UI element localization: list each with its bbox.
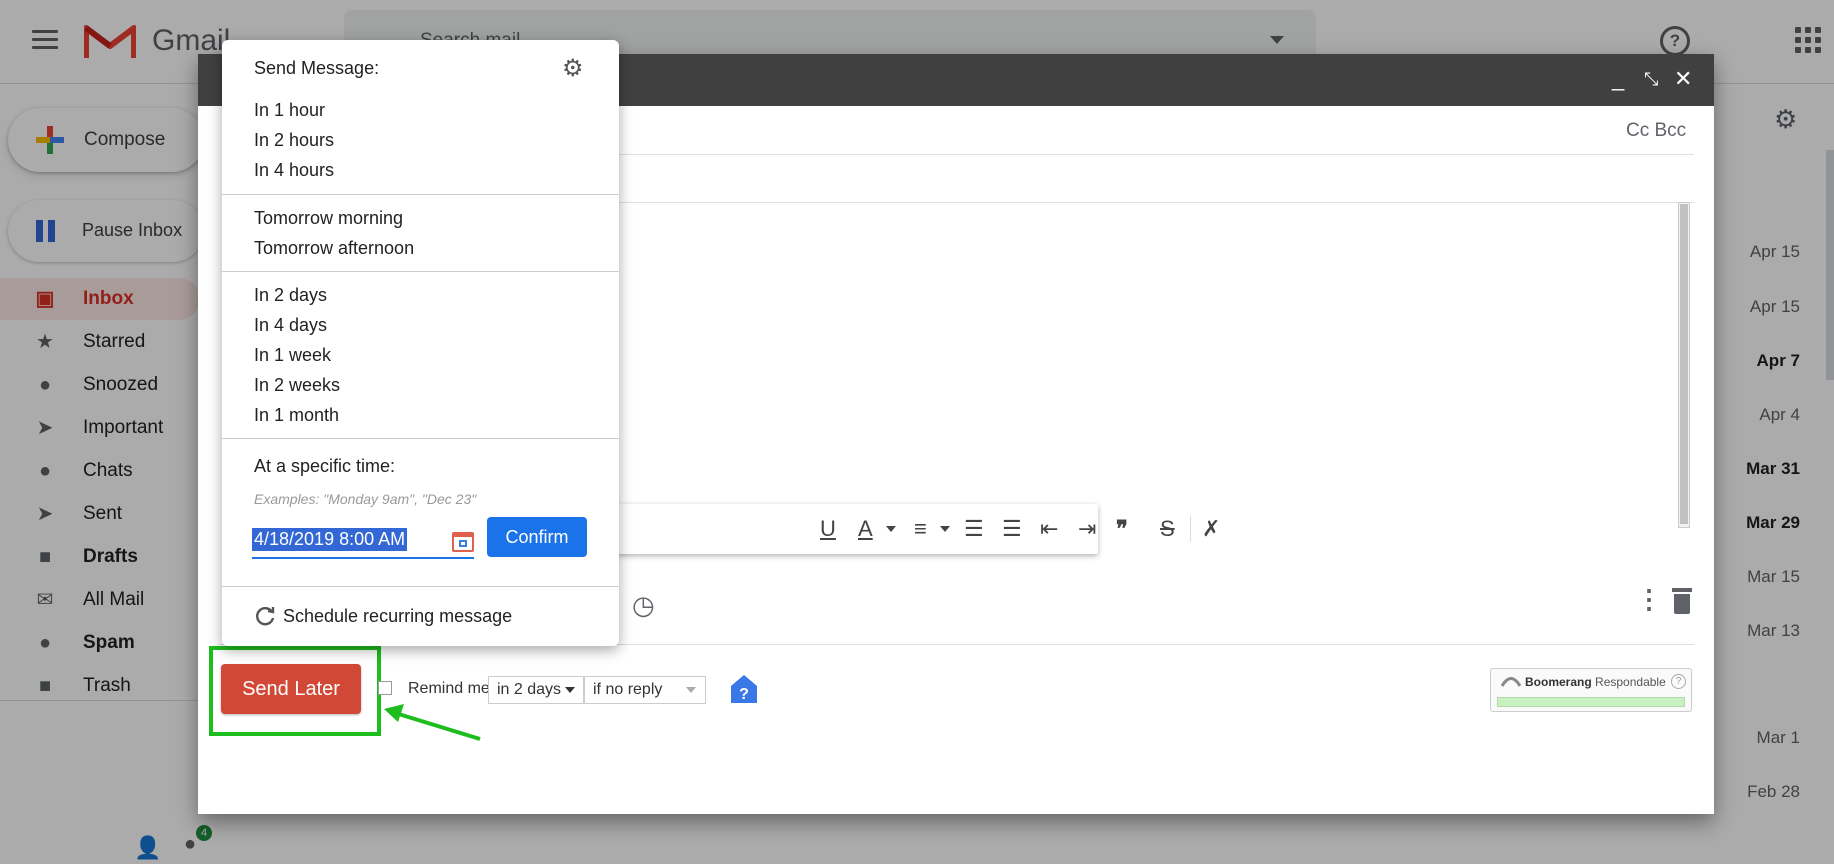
respondable-help-icon[interactable]: ? xyxy=(1671,674,1686,689)
recipients-divider xyxy=(558,154,1694,155)
specific-time-examples: Examples: "Monday 9am", "Dec 23" xyxy=(254,491,477,507)
send-later-highlight xyxy=(209,646,381,736)
numbered-list-icon[interactable]: ☰ xyxy=(964,516,984,542)
boomerang-logo-icon xyxy=(1501,677,1521,687)
menu-option[interactable]: In 2 days xyxy=(254,285,327,306)
respondable-widget[interactable]: Boomerang Respondable ? xyxy=(1490,668,1692,712)
menu-option[interactable]: In 1 week xyxy=(254,345,331,366)
body-scrollbar[interactable] xyxy=(1678,202,1690,528)
align-caret-icon[interactable] xyxy=(940,526,950,532)
more-options-icon[interactable]: ⋮ xyxy=(1636,584,1662,615)
toolbar-separator xyxy=(1190,516,1191,542)
svg-text:?: ? xyxy=(739,686,749,703)
boomerang-help-icon[interactable]: ? xyxy=(730,674,758,704)
menu-settings-gear-icon[interactable]: ⚙ xyxy=(562,54,584,83)
recurring-refresh-icon xyxy=(256,607,275,626)
menu-option[interactable]: In 2 weeks xyxy=(254,375,340,396)
menu-option[interactable]: In 4 hours xyxy=(254,160,334,181)
text-color-icon[interactable]: A xyxy=(858,516,873,542)
menu-divider xyxy=(222,438,619,439)
annotation-arrow xyxy=(384,704,481,741)
remind-delay-select[interactable]: in 2 days xyxy=(488,676,585,704)
formatting-toolbar: U A ≡ ☰ ☰ ⇤ ⇥ ❞ S ✗ xyxy=(608,504,1220,554)
specific-time-title: At a specific time: xyxy=(254,456,396,476)
indent-more-icon[interactable]: ⇥ xyxy=(1078,516,1096,542)
chevron-down-icon xyxy=(565,686,576,693)
specific-time-input[interactable]: 4/18/2019 8:00 AM xyxy=(252,523,474,559)
chevron-down-icon xyxy=(686,686,697,693)
menu-option[interactable]: In 1 month xyxy=(254,405,339,426)
menu-option[interactable]: Tomorrow morning xyxy=(254,208,403,229)
specific-time-value: 4/18/2019 8:00 AM xyxy=(252,528,408,551)
close-icon[interactable]: ✕ xyxy=(1674,68,1692,90)
align-icon[interactable]: ≡ xyxy=(914,516,927,542)
strikethrough-icon[interactable]: S xyxy=(1160,516,1175,542)
menu-option[interactable]: In 1 hour xyxy=(254,100,325,121)
menu-divider xyxy=(222,271,619,272)
menu-divider xyxy=(222,586,619,587)
bulleted-list-icon[interactable]: ☰ xyxy=(1002,516,1022,542)
indent-less-icon[interactable]: ⇤ xyxy=(1040,516,1058,542)
app-root: Gmail Search mail ? Compose Pause Inbox … xyxy=(0,0,1834,864)
menu-option[interactable]: In 4 days xyxy=(254,315,327,336)
fullscreen-icon[interactable]: ⤡ xyxy=(1644,68,1658,90)
respondable-product: Respondable xyxy=(1595,675,1666,689)
menu-divider xyxy=(222,194,619,195)
respondable-label: Boomerang Respondable xyxy=(1525,675,1666,689)
send-later-menu: Send Message: ⚙ In 1 hour In 2 hours In … xyxy=(222,40,619,646)
remind-condition-select[interactable]: if no reply xyxy=(584,676,706,704)
menu-option[interactable]: In 2 hours xyxy=(254,130,334,151)
remind-me-checkbox[interactable] xyxy=(378,681,392,695)
underline-icon[interactable]: U xyxy=(820,516,836,542)
respondable-score-bar xyxy=(1497,697,1685,707)
minimize-icon[interactable]: _ xyxy=(1612,68,1624,90)
calendar-icon[interactable] xyxy=(452,532,474,552)
remind-delay-value: in 2 days xyxy=(497,681,562,698)
remind-condition-value: if no reply xyxy=(593,681,663,698)
clear-formatting-icon[interactable]: ✗ xyxy=(1202,516,1220,542)
text-color-caret-icon[interactable] xyxy=(886,526,896,532)
subject-divider xyxy=(558,202,1694,203)
remind-me-label: Remind me xyxy=(408,680,490,697)
menu-option[interactable]: Tomorrow afternoon xyxy=(254,238,414,259)
cc-bcc-link[interactable]: Cc Bcc xyxy=(1626,120,1686,142)
boomerang-brand: Boomerang xyxy=(1525,675,1592,689)
menu-title: Send Message: xyxy=(254,58,380,78)
confirm-button[interactable]: Confirm xyxy=(487,517,587,557)
discard-draft-icon[interactable] xyxy=(1672,588,1692,614)
schedule-recurring-link[interactable]: Schedule recurring message xyxy=(283,606,512,627)
confidential-mode-icon[interactable]: ◷ xyxy=(632,590,655,621)
quote-icon[interactable]: ❞ xyxy=(1116,516,1128,542)
